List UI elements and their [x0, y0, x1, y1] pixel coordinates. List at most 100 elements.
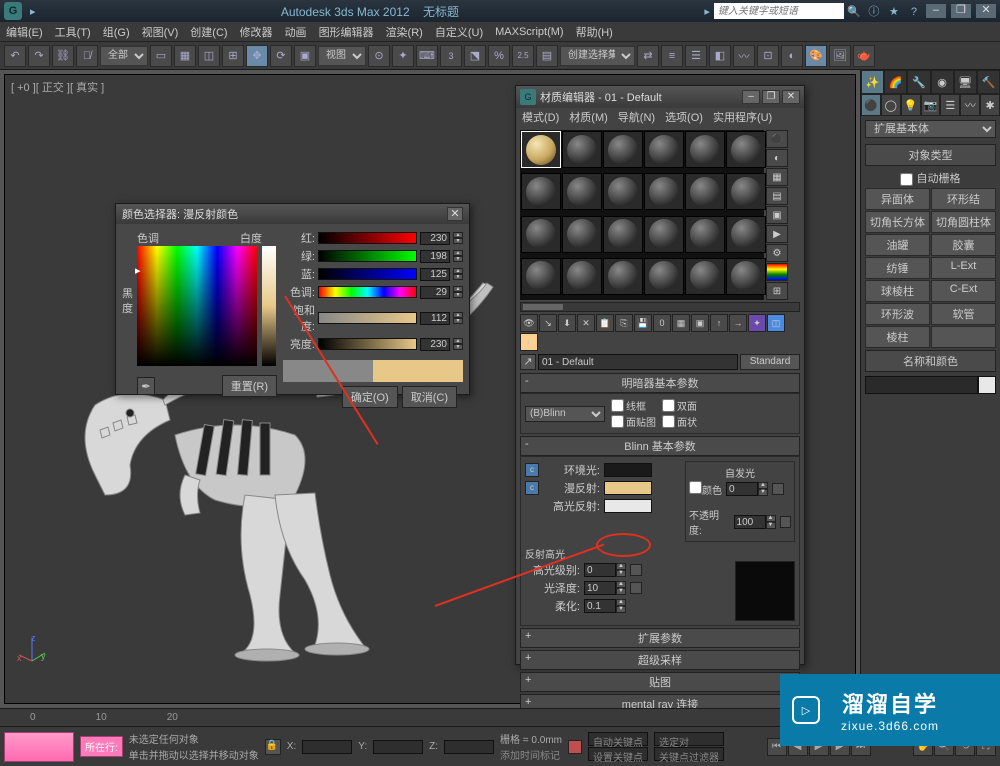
- window-minimize[interactable]: –: [926, 4, 946, 18]
- graphite-button[interactable]: ◧: [709, 45, 731, 67]
- sample-slot-7[interactable]: [562, 173, 602, 210]
- select-object-button[interactable]: ▭: [150, 45, 172, 67]
- edit-named-sel-button[interactable]: ▤: [536, 45, 558, 67]
- whiteness-slider[interactable]: [262, 246, 276, 366]
- mirror-button[interactable]: ⇄: [637, 45, 659, 67]
- selection-filter[interactable]: 全部: [100, 46, 148, 66]
- facemap-checkbox[interactable]: 面贴图: [611, 414, 656, 429]
- slate-button[interactable]: ◫: [767, 314, 785, 332]
- faceted-checkbox[interactable]: 面状: [662, 414, 697, 429]
- link-button[interactable]: ⛓: [52, 45, 74, 67]
- sat-value[interactable]: [420, 312, 450, 325]
- menu-group[interactable]: 组(G): [103, 24, 130, 40]
- red-value[interactable]: [420, 232, 450, 245]
- reset-button[interactable]: ✕: [577, 314, 595, 332]
- sample-slot-2[interactable]: [603, 131, 643, 168]
- diffuse-swatch[interactable]: [604, 481, 652, 495]
- timeline-ruler[interactable]: 01020: [0, 708, 860, 726]
- sample-slot-0[interactable]: [521, 131, 561, 168]
- add-time-tag[interactable]: 添加时间标记: [500, 747, 562, 762]
- sample-slot-20[interactable]: [603, 258, 643, 295]
- menu-tools[interactable]: 工具(T): [55, 24, 91, 40]
- menu-edit[interactable]: 编辑(E): [6, 24, 43, 40]
- ambient-lock[interactable]: c: [525, 463, 539, 477]
- window-crossing-button[interactable]: ⊞: [222, 45, 244, 67]
- red-slider[interactable]: [318, 232, 417, 244]
- make-preview-button[interactable]: ▶: [766, 225, 788, 243]
- pick-button[interactable]: ✦: [748, 314, 766, 332]
- auto-key-button[interactable]: 自动关键点: [588, 732, 648, 746]
- mat-menu-util[interactable]: 实用程序(U): [713, 109, 772, 125]
- render-frame-button[interactable]: 🖼: [829, 45, 851, 67]
- self-color-checkbox[interactable]: 颜色: [689, 481, 722, 497]
- sample-slot-12[interactable]: [521, 216, 561, 253]
- create-cameras[interactable]: 📷: [921, 94, 941, 116]
- autogrid-checkbox[interactable]: 自动栅格: [900, 173, 960, 185]
- obj-type-11[interactable]: 软管: [931, 303, 996, 325]
- ok-button[interactable]: 确定(O): [342, 386, 398, 408]
- green-slider[interactable]: [318, 250, 417, 262]
- lock-selection-button[interactable]: 🔒: [265, 739, 281, 755]
- val-slider[interactable]: [318, 338, 417, 350]
- help-search-input[interactable]: [714, 3, 844, 19]
- put-to-scene-button[interactable]: ↘: [539, 314, 557, 332]
- sample-slot-19[interactable]: [562, 258, 602, 295]
- options-button[interactable]: ⚙: [766, 244, 788, 262]
- create-helpers[interactable]: ☰: [940, 94, 960, 116]
- select-name-button[interactable]: ▦: [174, 45, 196, 67]
- curve-editor-button[interactable]: 〰: [733, 45, 755, 67]
- cmd-tab-create[interactable]: ✨: [861, 70, 884, 94]
- pick-from-object-button[interactable]: ↗: [520, 354, 536, 370]
- obj-type-8[interactable]: 球棱柱: [865, 280, 930, 302]
- make-unique-button[interactable]: ⎘: [615, 314, 633, 332]
- render-button[interactable]: 🫖: [853, 45, 875, 67]
- self-illum-spinner[interactable]: [726, 482, 758, 496]
- video-check-button[interactable]: ▣: [766, 206, 788, 224]
- window-close[interactable]: ✕: [976, 4, 996, 18]
- spinner-snap-button[interactable]: 2.5: [512, 45, 534, 67]
- obj-type-1[interactable]: 环形结: [931, 188, 996, 210]
- angle-snap-button[interactable]: ⬔: [464, 45, 486, 67]
- render-setup-button[interactable]: 🎨: [805, 45, 827, 67]
- create-geometry[interactable]: ⚫: [861, 94, 881, 116]
- wire-checkbox[interactable]: 线框: [611, 398, 656, 413]
- sample-slot-11[interactable]: [726, 173, 766, 210]
- y-field[interactable]: [373, 740, 423, 754]
- menu-animation[interactable]: 动画: [285, 24, 307, 40]
- cmd-tab-modify[interactable]: 🌈: [884, 70, 907, 94]
- reset-button[interactable]: 重置(R): [222, 375, 277, 397]
- select-scale-button[interactable]: ▣: [294, 45, 316, 67]
- redo-button[interactable]: ↷: [28, 45, 50, 67]
- object-type-rollout[interactable]: 对象类型: [865, 144, 996, 166]
- create-lights[interactable]: 💡: [901, 94, 921, 116]
- material-type-button[interactable]: Standard: [740, 354, 800, 370]
- sample-slot-3[interactable]: [644, 131, 684, 168]
- viewport-label[interactable]: [ +0 ][ 正交 ][ 真实 ]: [11, 79, 104, 95]
- backlight-button[interactable]: ◐: [766, 149, 788, 167]
- menu-rendering[interactable]: 渲染(R): [386, 24, 423, 40]
- obj-type-2[interactable]: 切角长方体: [865, 211, 930, 233]
- gloss-spinner[interactable]: [584, 581, 616, 595]
- menu-views[interactable]: 视图(V): [142, 24, 179, 40]
- background-button[interactable]: ▦: [766, 168, 788, 186]
- shader-rollout-header[interactable]: 明暗器基本参数: [520, 373, 800, 393]
- get-material-button[interactable]: 👁: [520, 314, 538, 332]
- sample-slot-5[interactable]: [726, 131, 766, 168]
- sample-scrollbar[interactable]: [520, 302, 800, 312]
- category-dropdown[interactable]: 扩展基本体: [865, 120, 996, 138]
- sample-slot-23[interactable]: [726, 258, 766, 295]
- color-picker-close[interactable]: ✕: [447, 207, 463, 221]
- material-name-field[interactable]: [538, 354, 738, 370]
- name-color-rollout[interactable]: 名称和颜色: [865, 350, 996, 372]
- sat-slider[interactable]: [318, 312, 417, 324]
- material-editor-button[interactable]: ◐: [781, 45, 803, 67]
- ref-coord-system[interactable]: 视图: [318, 46, 366, 66]
- ext-rollout-header[interactable]: 扩展参数: [520, 628, 800, 648]
- put-to-lib-button[interactable]: 💾: [634, 314, 652, 332]
- sample-slot-16[interactable]: [685, 216, 725, 253]
- sample-slot-13[interactable]: [562, 216, 602, 253]
- cmd-tab-hierarchy[interactable]: 🔧: [907, 70, 930, 94]
- gloss-map[interactable]: [630, 582, 642, 594]
- menu-graph[interactable]: 图形编辑器: [319, 24, 374, 40]
- sample-slot-6[interactable]: [521, 173, 561, 210]
